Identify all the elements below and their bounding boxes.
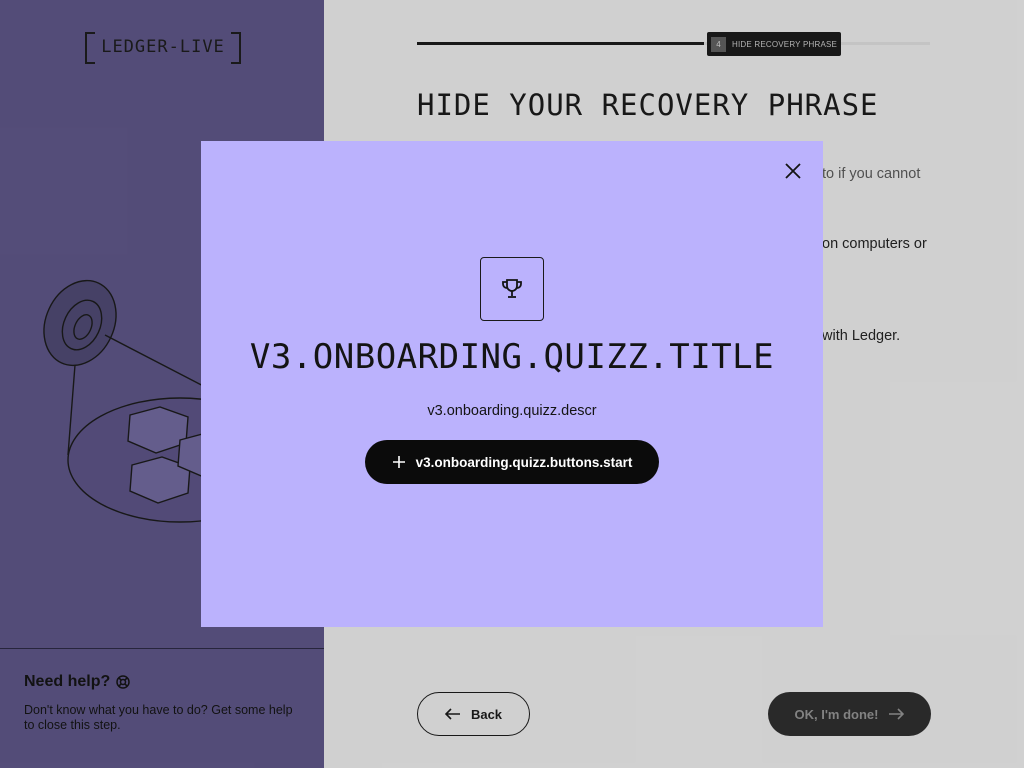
quiz-modal: V3.ONBOARDING.QUIZZ.TITLE v3.onboarding.… bbox=[201, 141, 823, 627]
modal-description: v3.onboarding.quizz.descr bbox=[427, 403, 597, 419]
modal-title: V3.ONBOARDING.QUIZZ.TITLE bbox=[249, 337, 775, 377]
trophy-icon bbox=[502, 279, 522, 298]
trophy-icon-box bbox=[480, 257, 544, 321]
close-icon[interactable] bbox=[783, 161, 803, 181]
plus-icon bbox=[392, 456, 405, 468]
start-quiz-button-label: v3.onboarding.quizz.buttons.start bbox=[415, 454, 633, 470]
start-quiz-button[interactable]: v3.onboarding.quizz.buttons.start bbox=[365, 440, 659, 484]
